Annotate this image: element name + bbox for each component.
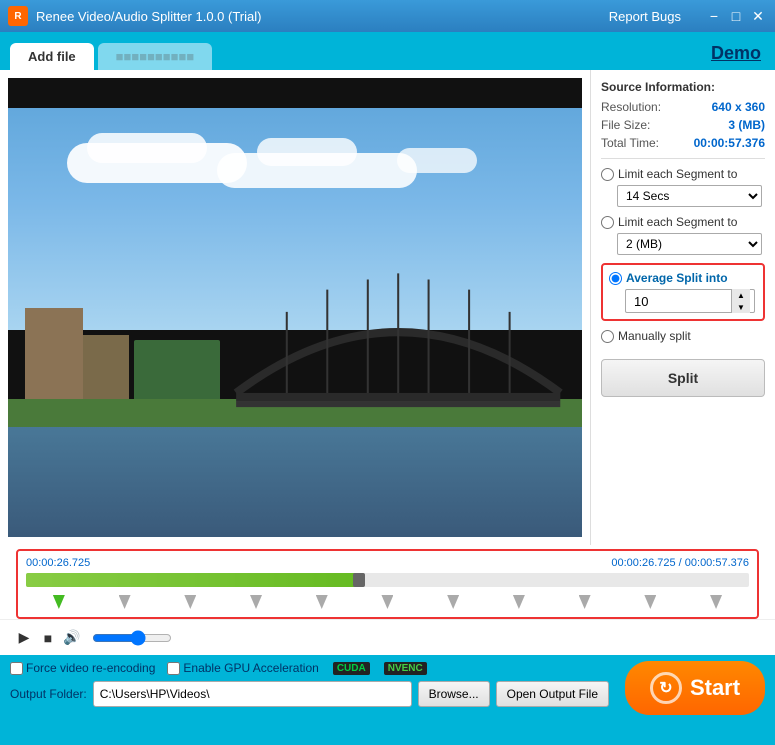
output-folder-label: Output Folder: [10, 687, 87, 701]
avg-split-input[interactable] [630, 294, 731, 309]
marker-6[interactable] [447, 595, 459, 609]
controls-bar: ▶ ■ 🔊 [0, 619, 775, 655]
source-info-title: Source Information: [601, 80, 765, 94]
report-bugs-link[interactable]: Report Bugs [609, 9, 681, 24]
avg-split-label[interactable]: Average Split into [626, 271, 728, 285]
output-folder-input[interactable] [93, 681, 412, 707]
cuda-badge: CUDA [333, 662, 370, 675]
tab-add-file[interactable]: Add file [10, 43, 94, 70]
radio-limit-mb[interactable] [601, 216, 614, 229]
timeline-track[interactable] [26, 573, 749, 587]
radio-limit-secs[interactable] [601, 168, 614, 181]
gpu-accel-checkbox[interactable] [167, 662, 180, 675]
totaltime-label: Total Time: [601, 136, 659, 150]
current-time: 00:00:26.725 [26, 557, 90, 569]
video-building-2 [83, 335, 129, 408]
marker-4[interactable] [316, 595, 328, 609]
timeline-area[interactable]: 00:00:26.725 00:00:26.725 / 00:00:57.376 [16, 549, 759, 619]
force-reencode-checkbox[interactable] [10, 662, 23, 675]
marker-5[interactable] [381, 595, 393, 609]
totaltime-value: 00:00:57.376 [694, 136, 765, 150]
time-range: 00:00:26.725 / 00:00:57.376 [611, 557, 749, 569]
timeline-progress [26, 573, 359, 587]
video-black-top [8, 78, 582, 108]
marker-2[interactable] [184, 595, 196, 609]
close-button[interactable]: ✕ [749, 7, 767, 25]
timeline-times: 00:00:26.725 00:00:26.725 / 00:00:57.376 [26, 557, 749, 569]
browse-button[interactable]: Browse... [418, 681, 490, 707]
mb-dropdown[interactable]: 2 (MB) [617, 233, 762, 255]
bottom-bar: Force video re-encoding Enable GPU Accel… [0, 655, 775, 745]
main-content: Source Information: Resolution: 640 x 36… [0, 70, 775, 545]
marker-0[interactable] [53, 595, 65, 609]
play-button[interactable]: ▶ [12, 626, 36, 650]
limit-secs-label[interactable]: Limit each Segment to [618, 167, 737, 181]
volume-slider[interactable] [92, 630, 172, 646]
force-reencode-label[interactable]: Force video re-encoding [10, 661, 155, 675]
spin-up-button[interactable]: ▲ [732, 289, 750, 301]
manually-split-label[interactable]: Manually split [618, 329, 691, 343]
bottom-left: Force video re-encoding Enable GPU Accel… [10, 661, 609, 707]
title-bar: R Renee Video/Audio Splitter 1.0.0 (Tria… [0, 0, 775, 32]
bridge-svg [226, 239, 570, 446]
option-limit-mb: Limit each Segment to 2 (MB) [601, 215, 765, 255]
divider-1 [601, 158, 765, 159]
open-output-button[interactable]: Open Output File [496, 681, 609, 707]
demo-label: Demo [711, 43, 761, 64]
video-building [25, 308, 82, 409]
stop-button[interactable]: ■ [36, 626, 60, 650]
option-manually: Manually split [601, 329, 765, 343]
resolution-label: Resolution: [601, 100, 661, 114]
marker-1[interactable] [119, 595, 131, 609]
timeline-container: 00:00:26.725 00:00:26.725 / 00:00:57.376 [0, 545, 775, 619]
gpu-accel-label[interactable]: Enable GPU Acceleration [167, 661, 318, 675]
app-icon: R [8, 6, 28, 26]
timeline-markers [26, 593, 749, 611]
marker-7[interactable] [513, 595, 525, 609]
video-bridge [226, 239, 570, 446]
spin-down-button[interactable]: ▼ [732, 301, 750, 313]
filesize-label: File Size: [601, 118, 650, 132]
info-row-filesize: File Size: 3 (MB) [601, 118, 765, 132]
checkboxes-row: Force video re-encoding Enable GPU Accel… [10, 661, 609, 675]
info-row-resolution: Resolution: 640 x 360 [601, 100, 765, 114]
bottom-content: Force video re-encoding Enable GPU Accel… [10, 661, 765, 715]
resolution-value: 640 x 360 [712, 100, 765, 114]
spin-buttons: ▲ ▼ [731, 289, 750, 313]
marker-9[interactable] [644, 595, 656, 609]
radio-avg-split[interactable] [609, 272, 622, 285]
minimize-button[interactable]: − [705, 7, 723, 25]
marker-10[interactable] [710, 595, 722, 609]
volume-button[interactable]: 🔊 [60, 626, 84, 650]
output-row: Output Folder: Browse... Open Output Fil… [10, 681, 609, 707]
right-panel: Source Information: Resolution: 640 x 36… [590, 70, 775, 545]
maximize-button[interactable]: □ [727, 7, 745, 25]
radio-manually-split[interactable] [601, 330, 614, 343]
info-row-totaltime: Total Time: 00:00:57.376 [601, 136, 765, 150]
tab-bar: Add file ■■■■■■■■■■ Demo [0, 32, 775, 70]
avg-split-spinbox: ▲ ▼ [625, 289, 755, 313]
secs-dropdown[interactable]: 14 Secs [617, 185, 762, 207]
start-button[interactable]: ↻ Start [625, 661, 765, 715]
start-icon: ↻ [650, 672, 682, 704]
marker-3[interactable] [250, 595, 262, 609]
marker-8[interactable] [579, 595, 591, 609]
filesize-value: 3 (MB) [728, 118, 765, 132]
app-title: Renee Video/Audio Splitter 1.0.0 (Trial) [36, 9, 609, 24]
timeline-handle[interactable] [353, 573, 365, 587]
split-button[interactable]: Split [601, 359, 765, 397]
video-player[interactable] [8, 78, 582, 537]
nvenc-badge: NVENC [384, 662, 427, 675]
option-limit-secs: Limit each Segment to 14 Secs [601, 167, 765, 207]
avg-split-box: Average Split into ▲ ▼ [601, 263, 765, 321]
limit-mb-label[interactable]: Limit each Segment to [618, 215, 737, 229]
tab-inactive[interactable]: ■■■■■■■■■■ [98, 43, 213, 70]
video-area [0, 70, 590, 545]
